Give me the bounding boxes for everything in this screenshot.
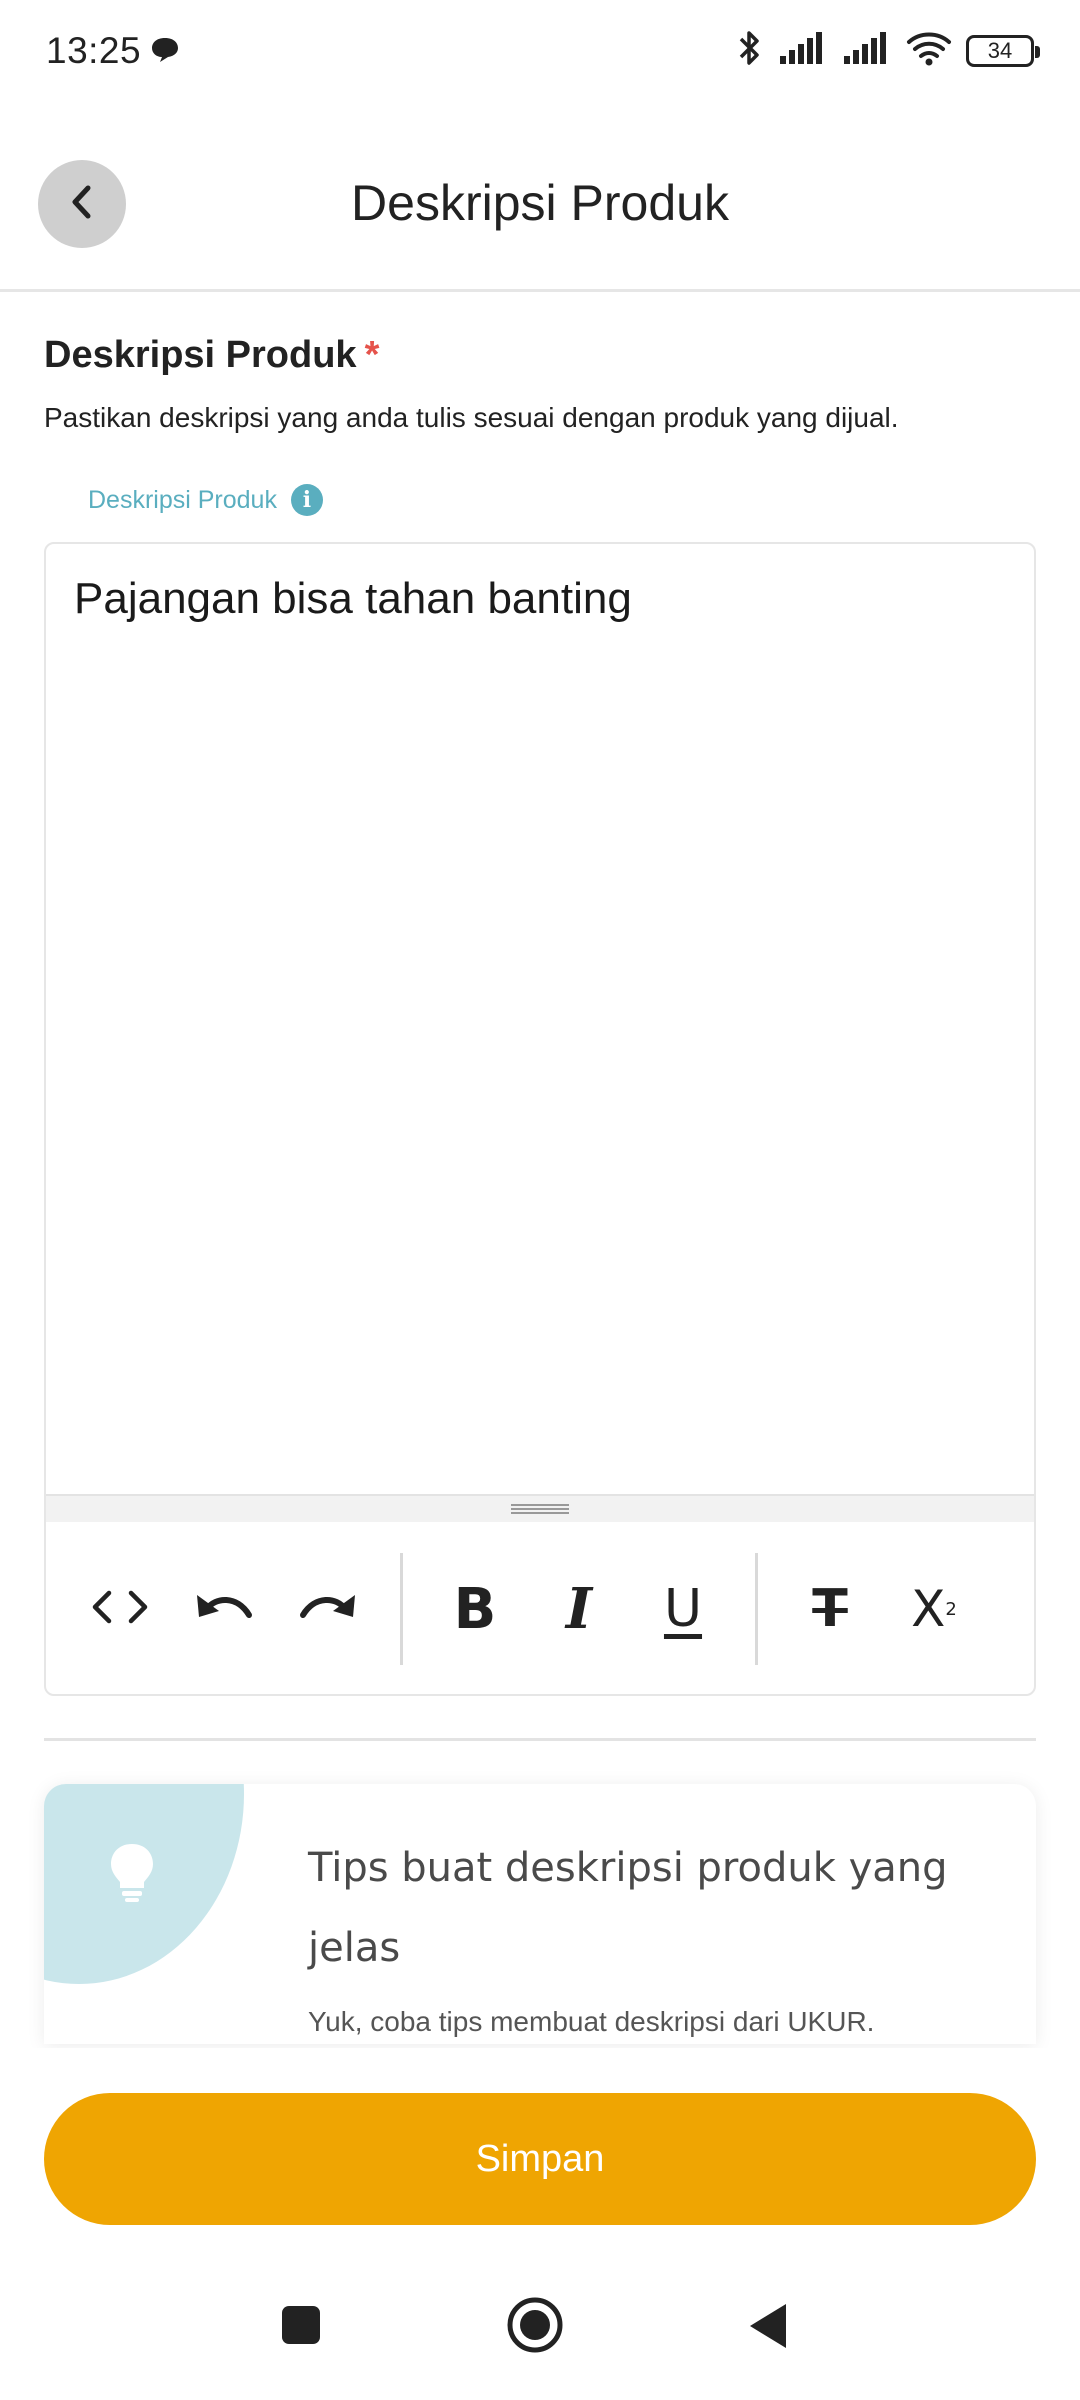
tips-subtitle: Yuk, coba tips membuat deskripsi dari UK… xyxy=(308,2006,875,2037)
strikethrough-button[interactable]: T xyxy=(778,1557,882,1661)
toolbar-separator xyxy=(755,1553,758,1665)
system-nav-bar xyxy=(0,2280,1080,2400)
tips-card[interactable]: Tips buat deskripsi produk yang jelas Yu… xyxy=(44,1784,1036,2044)
bluetooth-icon xyxy=(736,28,764,73)
required-mark: * xyxy=(364,334,380,376)
redo-button[interactable] xyxy=(276,1557,380,1661)
battery-icon: 34 xyxy=(966,34,1040,67)
bold-button[interactable]: B xyxy=(423,1557,527,1661)
nav-home-icon[interactable] xyxy=(506,2296,564,2359)
save-button[interactable]: Simpan xyxy=(44,2093,1036,2225)
signal-icon xyxy=(778,30,828,71)
lightbulb-icon xyxy=(108,1842,156,1907)
superscript-mark: 2 xyxy=(945,1598,957,1620)
editor-content[interactable]: Pajangan bisa tahan banting xyxy=(74,574,632,624)
field-label: Deskripsi Produk i xyxy=(88,484,323,516)
italic-button[interactable]: I xyxy=(527,1557,631,1661)
section-title: Deskripsi Produk * xyxy=(44,334,379,377)
info-icon[interactable]: i xyxy=(290,484,323,516)
superscript-button[interactable]: X2 xyxy=(882,1557,986,1661)
app-header: Deskripsi Produk xyxy=(0,104,1080,292)
signal-icon xyxy=(842,30,892,71)
section-title-text: Deskripsi Produk xyxy=(44,334,357,376)
page-title: Deskripsi Produk xyxy=(351,175,729,231)
description-editor: Pajangan bisa tahan banting B I U T X2 xyxy=(44,542,1036,1696)
status-bar: 13:25 34 xyxy=(0,0,1080,104)
editor-toolbar: B I U T X2 xyxy=(46,1522,1034,1694)
field-label-text: Deskripsi Produk xyxy=(88,485,277,514)
undo-button[interactable] xyxy=(172,1557,276,1661)
section-divider xyxy=(44,1738,1036,1741)
superscript-base: X xyxy=(911,1580,946,1638)
grip-icon xyxy=(511,1504,569,1514)
nav-recents-icon[interactable] xyxy=(278,2302,324,2353)
status-time: 13:25 xyxy=(46,30,142,71)
section-description: Pastikan deskripsi yang anda tulis sesua… xyxy=(44,402,899,433)
wifi-icon xyxy=(906,30,952,71)
nav-back-icon[interactable] xyxy=(748,2302,790,2355)
code-view-button[interactable] xyxy=(68,1557,172,1661)
status-icons: 34 xyxy=(736,28,1040,73)
code-view-icon xyxy=(91,1587,149,1632)
resize-handle[interactable] xyxy=(46,1494,1034,1522)
undo-icon xyxy=(193,1587,255,1632)
toolbar-separator xyxy=(400,1553,403,1665)
tips-title: Tips buat deskripsi produk yang jelas xyxy=(308,1845,948,1971)
redo-icon xyxy=(297,1587,359,1632)
message-icon xyxy=(150,36,180,69)
underline-button[interactable]: U xyxy=(631,1557,735,1661)
